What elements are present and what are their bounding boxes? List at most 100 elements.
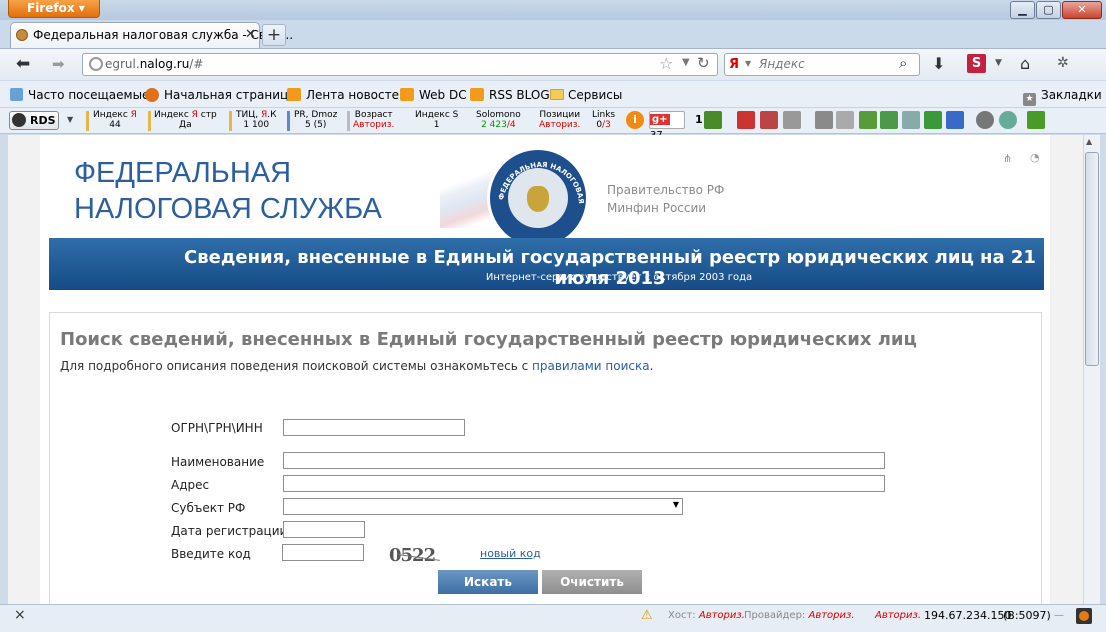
frequent-icon — [10, 88, 23, 101]
close-window-button[interactable]: ✕ — [1062, 1, 1102, 19]
bookmark-webdc[interactable]: Web DC — [400, 88, 467, 102]
bookmark-news[interactable]: Лента новостей — [287, 88, 407, 102]
name-label: Наименование — [171, 455, 265, 469]
tool-icon-5[interactable] — [836, 111, 854, 129]
host-status: Хост: Авториз. — [668, 610, 745, 621]
separator — [287, 111, 290, 131]
addon-bug-icon[interactable]: ✲ — [1057, 55, 1069, 71]
firefox-menu-button[interactable]: Firefox ▾ — [8, 0, 100, 18]
auth-status: Авториз. — [875, 610, 922, 621]
bookmark-rssblog[interactable]: RSS BLOG — [470, 88, 550, 102]
puzzle-icon[interactable] — [1027, 111, 1045, 129]
bookmark-star-icon[interactable]: ☆ — [659, 54, 673, 73]
search-input[interactable]: Яндекс — [759, 57, 805, 71]
scroll-up-icon[interactable]: ▲ — [1086, 137, 1092, 146]
address-input[interactable] — [283, 475, 885, 492]
ogrn-label: ОГРН\ГРН\ИНН — [171, 421, 263, 435]
gplus-icon: g+ — [650, 114, 670, 125]
tool-icon-6[interactable] — [859, 111, 877, 129]
search-box[interactable] — [724, 53, 920, 76]
rds-s-index[interactable]: Индекс S1 — [415, 110, 458, 130]
chevron-down-icon: ▼ — [672, 500, 679, 509]
ogrn-input[interactable] — [283, 419, 465, 436]
back-icon[interactable]: ⬅ — [16, 54, 30, 74]
home-icon[interactable]: ⌂ — [1020, 54, 1030, 73]
regdate-label: Дата регистрации — [171, 524, 288, 538]
tool-icon-7[interactable] — [880, 111, 898, 129]
download-icon[interactable]: ⬇ — [932, 54, 945, 73]
rds-age[interactable]: Возраст Авториз. — [353, 110, 394, 130]
bookmarks-star-icon: ★ — [1023, 93, 1036, 106]
stats-icon[interactable] — [704, 111, 722, 129]
history-dropdown-icon[interactable]: ▼ — [682, 57, 690, 68]
site-title[interactable]: ФЕДЕРАЛЬНАЯ НАЛОГОВАЯ СЛУЖБА — [74, 155, 382, 227]
maximize-button[interactable]: ▢ — [1036, 1, 1061, 19]
close-findbar-icon[interactable]: × — [14, 607, 26, 623]
rds-links[interactable]: Links 0/3 — [592, 110, 615, 130]
rds-positions[interactable]: Позиции Авториз. — [539, 110, 580, 130]
window-titlebar — [0, 0, 1106, 20]
minimize-button[interactable]: ▁ — [1010, 1, 1035, 19]
warning-icon[interactable]: ⚠ — [641, 608, 653, 623]
new-tab-button[interactable]: + — [262, 24, 286, 46]
search-engine-dropdown-icon[interactable]: ▼ — [745, 59, 751, 68]
region-select[interactable]: ▼ — [283, 498, 683, 515]
tool-icon-2[interactable] — [760, 111, 778, 129]
rss-feed-icon[interactable]: ◔ — [1030, 151, 1040, 164]
rds-yandex-page-index[interactable]: Индекс Я стр Да — [154, 110, 217, 130]
globe-icon — [89, 57, 103, 71]
clear-button[interactable]: Очистить — [542, 570, 642, 594]
rds-yandex-index[interactable]: Индекс Я 44 — [93, 110, 137, 130]
minfin-link[interactable]: Минфин России — [607, 201, 706, 215]
rss-icon — [287, 88, 301, 101]
sitemap-icon[interactable]: ⋔ — [1003, 152, 1012, 165]
tab-close-icon[interactable]: ✕ — [245, 27, 256, 42]
ip-address: 194.67.234.150 — [924, 609, 1012, 622]
bookmark-frequent[interactable]: Часто посещаемые — [10, 88, 149, 102]
new-code-link[interactable]: новый код — [480, 547, 541, 560]
regdate-input[interactable] — [283, 521, 365, 538]
name-input[interactable] — [283, 452, 885, 469]
forward-icon[interactable]: ➡ — [52, 55, 65, 73]
favicon-icon — [16, 29, 28, 41]
info-icon[interactable]: i — [626, 111, 644, 129]
rds-tic[interactable]: ТИЦ, Я.К 1 100 — [236, 110, 276, 130]
url-text[interactable]: egrul.nalog.ru/# — [105, 57, 203, 71]
scrollbar-thumb[interactable] — [1085, 152, 1099, 366]
tool-icon-4[interactable] — [815, 111, 833, 129]
firefox-menu-label: Firefox — [27, 1, 75, 15]
bookmark-home[interactable]: Начальная страница — [145, 88, 296, 102]
rss-icon — [470, 88, 484, 101]
tool-icon-1[interactable] — [737, 111, 755, 129]
search-icon[interactable]: ⌕ — [899, 54, 907, 72]
gplus-counter[interactable]: g+ 37 — [649, 111, 685, 141]
gov-link[interactable]: Правительство РФ — [607, 183, 724, 197]
gear-icon[interactable] — [976, 111, 994, 129]
bookmarks-menu[interactable]: ★ Закладки — [1023, 88, 1102, 106]
rds-solomono[interactable]: Solomono 2 423/4 — [476, 110, 521, 130]
tab-active[interactable]: Федеральная налоговая служба - Свед... ✕ — [10, 22, 293, 48]
tool-icon-8[interactable] — [902, 111, 920, 129]
refresh-addon-icon[interactable] — [999, 111, 1017, 129]
address-label: Адрес — [171, 478, 210, 492]
form-title: Поиск сведений, внесенных в Единый госуд… — [60, 329, 917, 350]
yandex-icon[interactable]: Я — [729, 57, 739, 72]
bookmark-services[interactable]: Сервисы — [550, 88, 622, 102]
dropdown-arrow-icon: ▾ — [78, 1, 85, 15]
rds-pr-dmoz[interactable]: PR, Dmoz 5 (5) — [294, 110, 337, 130]
tool-icon-9[interactable] — [924, 111, 942, 129]
search-rules-link[interactable]: правилами поиска — [532, 359, 650, 373]
rss-icon — [400, 88, 414, 101]
search-button[interactable]: Искать — [438, 570, 538, 594]
tool-icon-3[interactable] — [783, 111, 801, 129]
rds-dropdown-icon[interactable]: ▼ — [67, 115, 73, 124]
firefox-icon — [145, 88, 159, 102]
database-icon[interactable] — [946, 111, 964, 129]
region-label: Субъект РФ — [171, 501, 246, 515]
code-input[interactable] — [282, 544, 364, 561]
separator — [347, 111, 350, 131]
provider-status: Провайдер: Авториз. — [744, 610, 855, 621]
addon-dropdown-icon[interactable]: ▼ — [995, 58, 1002, 68]
reload-icon[interactable]: ↻ — [697, 54, 710, 72]
addon-s-icon[interactable]: S — [967, 54, 986, 73]
